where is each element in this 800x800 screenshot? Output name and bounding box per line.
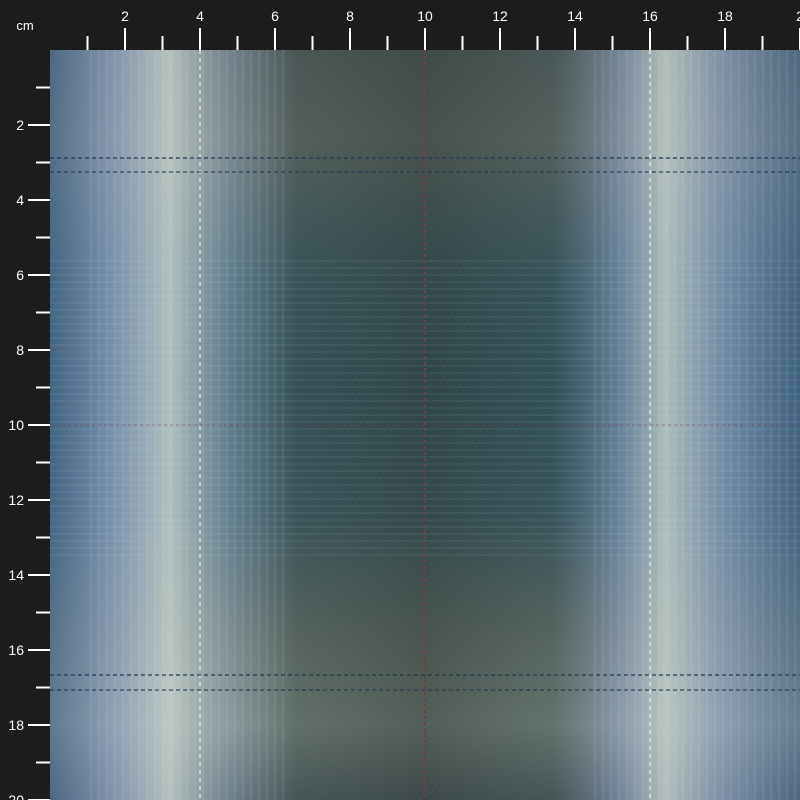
top-ruler-label: 10 [417,8,433,24]
top-ruler-svg: 2 4 6 8 10 12 14 16 18 2 [86,8,800,50]
left-ruler-label: 6 [16,267,24,283]
left-ruler: 2 4 6 8 10 12 14 16 18 20 [0,50,50,800]
left-ruler-label: 16 [8,642,24,658]
fabric-swatch-image [50,50,800,800]
left-ruler-label: 12 [8,492,24,508]
left-ruler-svg: 2 4 6 8 10 12 14 16 18 20 [8,86,50,800]
top-ruler-label: 18 [717,8,733,24]
plaid-pattern [50,50,800,800]
left-ruler-label: 2 [16,117,24,133]
unit-label: cm [0,0,50,50]
left-ruler-label: 4 [16,192,24,208]
top-ruler-label: 2 [121,8,129,24]
top-ruler-label: 6 [271,8,279,24]
top-ruler-label: 14 [567,8,583,24]
top-ruler-label: 4 [196,8,204,24]
top-ruler-label: 2 [796,8,800,24]
top-ruler: 2 4 6 8 10 12 14 16 18 2 [50,0,800,50]
left-ruler-label: 20 [8,792,24,800]
left-ruler-label: 18 [8,717,24,733]
top-ruler-label: 16 [642,8,658,24]
left-ruler-label: 10 [8,417,24,433]
left-ruler-label: 14 [8,567,24,583]
top-ruler-label: 12 [492,8,508,24]
top-ruler-label: 8 [346,8,354,24]
left-ruler-label: 8 [16,342,24,358]
